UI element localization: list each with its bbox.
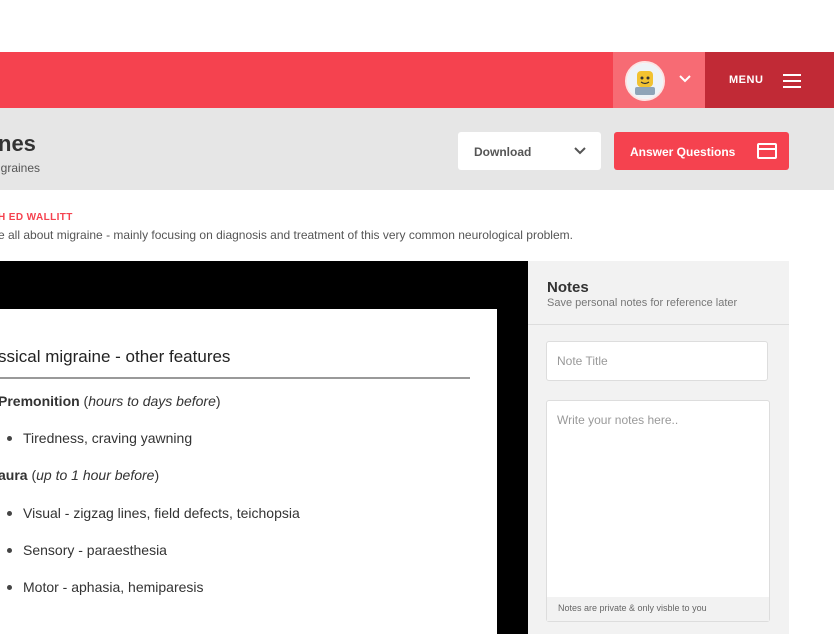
- note-body-container: Notes are private & only visble to you: [546, 400, 770, 622]
- course-description: e all about migraine - mainly focusing o…: [0, 228, 573, 242]
- slide-heading: Premonition (hours to days before): [0, 393, 221, 409]
- download-label: Download: [474, 145, 532, 159]
- avatar-icon: [627, 63, 663, 99]
- video-player[interactable]: ssical migraine - other features Premoni…: [0, 261, 528, 634]
- note-footer: Notes are private & only visble to you: [547, 597, 769, 621]
- hamburger-icon: [783, 74, 801, 88]
- slide-bullet: Sensory - paraesthesia: [23, 542, 167, 558]
- slide-divider: [0, 377, 470, 379]
- note-body-textarea[interactable]: [547, 401, 769, 595]
- chevron-down-icon[interactable]: [679, 74, 691, 84]
- answer-questions-button[interactable]: Answer Questions: [614, 132, 789, 170]
- slide: ssical migraine - other features Premoni…: [0, 309, 497, 634]
- user-menu[interactable]: [613, 52, 705, 108]
- slide-bullet: Visual - zigzag lines, field defects, te…: [23, 505, 300, 521]
- menu-label: MENU: [729, 74, 764, 86]
- presenter-name: H ED WALLITT: [0, 212, 73, 223]
- note-title-input[interactable]: [546, 341, 768, 381]
- divider: [528, 324, 789, 325]
- avatar[interactable]: [625, 61, 665, 101]
- page-title: nes: [0, 131, 36, 156]
- menu-button[interactable]: MENU: [705, 52, 834, 108]
- page-header: nes igraines Download Answer Questions: [0, 108, 834, 190]
- slide-title: ssical migraine - other features: [0, 347, 231, 366]
- notes-panel: Notes Save personal notes for reference …: [528, 261, 789, 634]
- card-icon: [757, 143, 777, 159]
- notes-title: Notes: [547, 279, 589, 296]
- download-dropdown[interactable]: Download: [458, 132, 601, 170]
- slide-bullet: Tiredness, craving yawning: [23, 430, 193, 446]
- bullet-icon: [7, 436, 12, 441]
- bullet-icon: [7, 585, 12, 590]
- page-subtitle: igraines: [0, 161, 41, 175]
- slide-bullet: Motor - aphasia, hemiparesis: [23, 579, 204, 595]
- chevron-down-icon: [574, 147, 586, 155]
- privacy-note: Notes are private & only visble to you: [558, 603, 707, 613]
- bullet-icon: [7, 511, 12, 516]
- slide-heading: aura (up to 1 hour before): [0, 467, 160, 483]
- notes-subtitle: Save personal notes for reference later: [547, 297, 738, 309]
- answer-questions-label: Answer Questions: [630, 145, 736, 159]
- bullet-icon: [7, 548, 12, 553]
